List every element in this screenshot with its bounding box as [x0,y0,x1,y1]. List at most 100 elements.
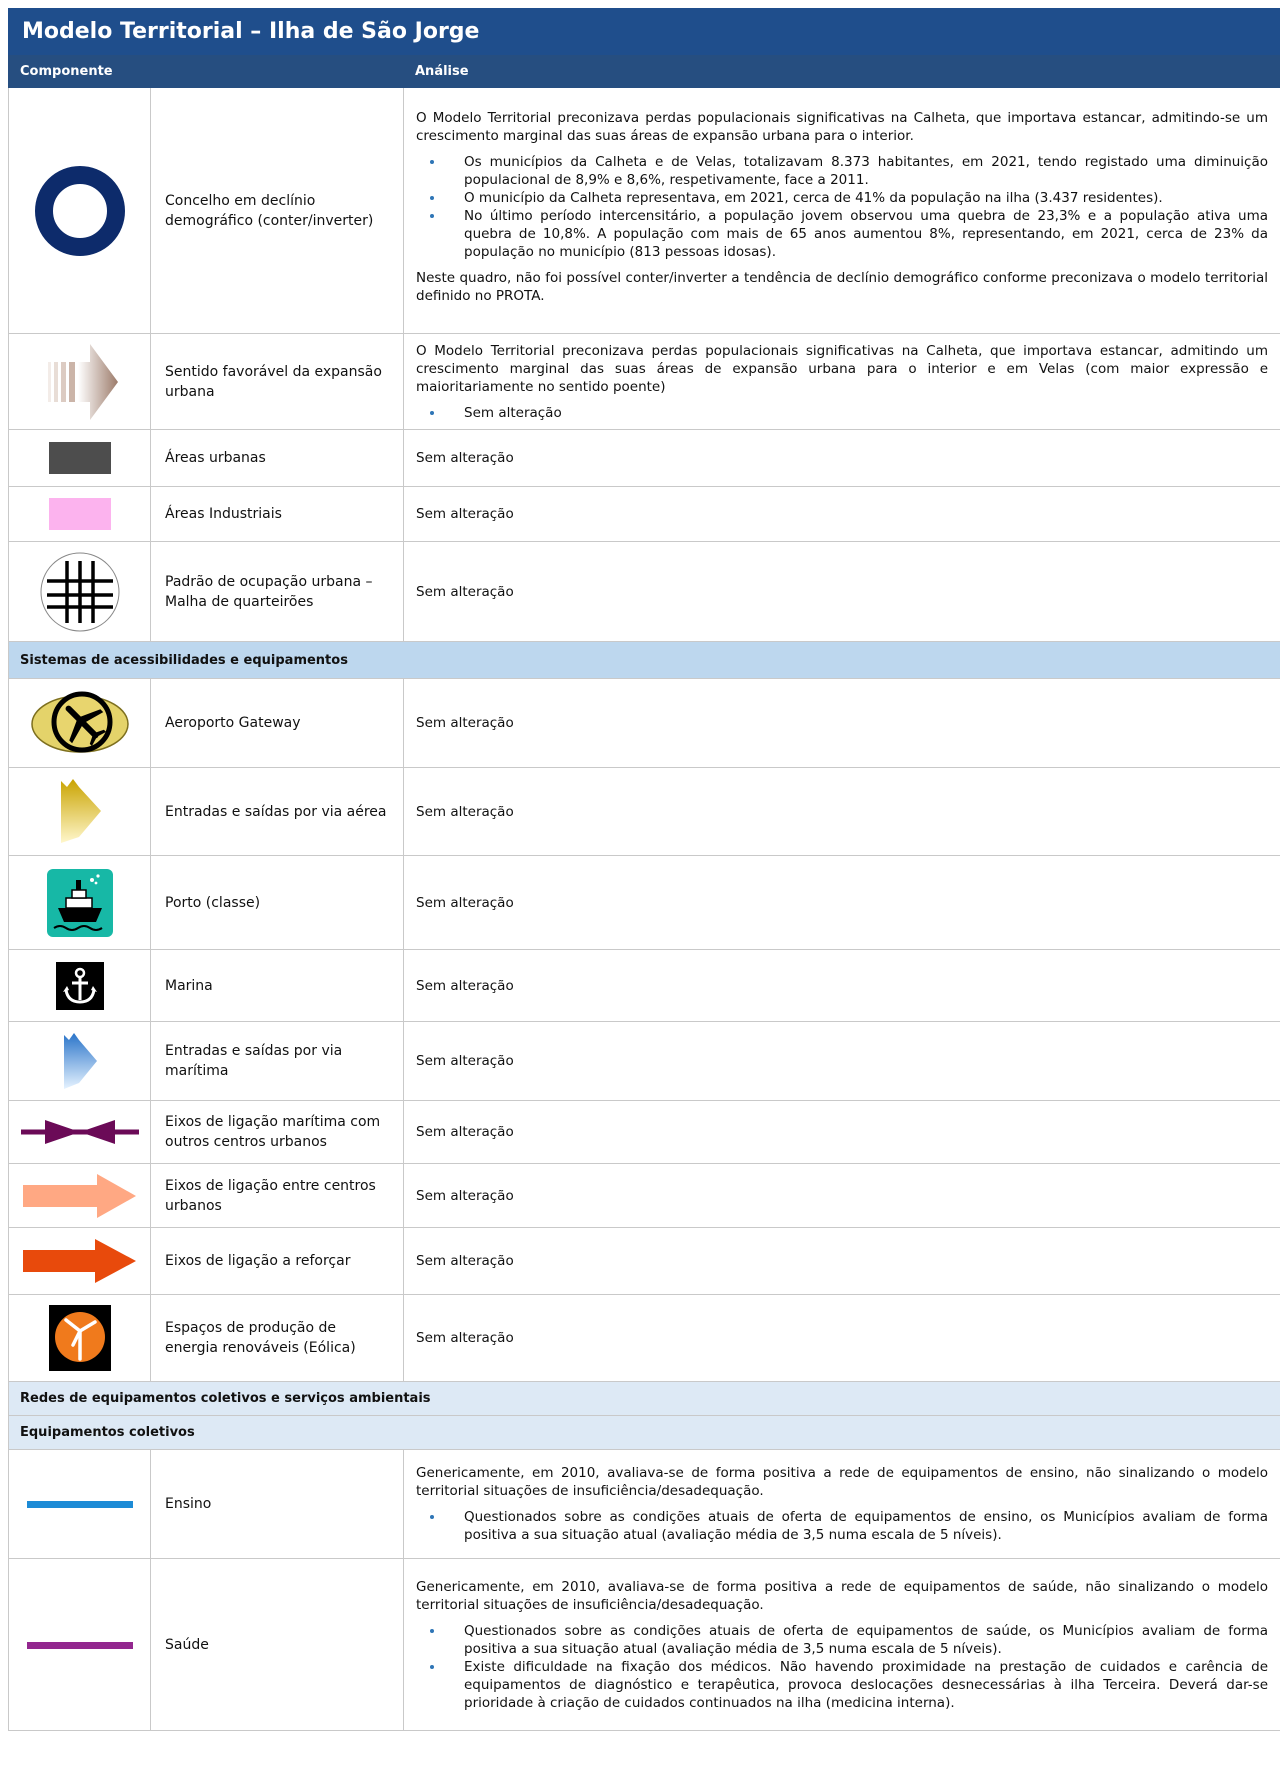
legend-symbol-cell [8,1449,151,1559]
air-entry-icon [60,778,101,843]
legend-symbol-cell [8,429,151,487]
section-heading: Redes de equipamentos coletivos e serviç… [7,1381,1280,1416]
analysis-bullet-list: Questionados sobre as condições atuais d… [416,1508,1268,1544]
analysis-text: Sem alteração [402,1163,1280,1228]
table-row: Áreas Industriais Sem alteração [8,486,1280,542]
analysis-text: Genericamente, em 2010, avaliava-se de f… [402,1558,1280,1731]
component-label: Concelho em declínio demográfico (conter… [150,87,404,334]
urban-area-swatch-icon [48,442,111,474]
page-title: Modelo Territorial – Ilha de São Jorge [7,8,1280,55]
analysis-text: Sem alteração [402,767,1280,856]
table-row: Eixos de ligação a reforçar Sem alteraçã… [8,1227,1280,1295]
component-label: Porto (classe) [150,855,404,950]
analysis-paragraph: Genericamente, em 2010, avaliava-se de f… [416,1578,1269,1613]
table-row: Áreas urbanas Sem alteração [8,429,1280,487]
component-label: Eixos de ligação entre centros urbanos [150,1163,404,1228]
component-label: Eixos de ligação marítima com outros cen… [150,1100,404,1164]
table-row: Aeroporto Gateway Sem alteração [8,678,1280,768]
section-heading: Sistemas de acessibilidades e equipament… [7,641,1280,679]
analysis-bullet-list: Sem alteração [416,404,1268,422]
title-row: Modelo Territorial – Ilha de São Jorge [7,8,1280,55]
legend-symbol-cell [8,678,151,768]
legend-symbol-cell [8,333,151,430]
analysis-text: Sem alteração [402,1021,1280,1101]
legend-symbol-cell [8,1227,151,1295]
table-row: Marina Sem alteração [8,949,1280,1022]
legend-symbol-cell [8,767,151,856]
component-label: Saúde [150,1558,404,1731]
table-row: Sentido favorável da expansão urbana O M… [8,333,1280,430]
dark-orange-arrow-icon [22,1239,136,1283]
blue-line-icon [26,1501,133,1508]
component-label: Entradas e saídas por via aérea [150,767,404,856]
subsection-heading: Equipamentos coletivos [7,1415,1280,1450]
anchor-icon [55,961,104,1010]
component-label: Áreas Industriais [150,486,404,542]
list-item: Questionados sobre as condições atuais d… [416,1508,1268,1544]
legend-symbol-cell [8,486,151,542]
table-row: Espaços de produção de energia renovávei… [8,1294,1280,1382]
legend-symbol-cell [8,541,151,642]
component-label: Sentido favorável da expansão urbana [150,333,404,430]
column-header-analysis: Análise [402,54,1280,88]
component-label: Eixos de ligação a reforçar [150,1227,404,1295]
wind-energy-icon [48,1305,111,1371]
table-row: Porto (classe) Sem alteração [8,855,1280,950]
table-row: Eixos de ligação entre centros urbanos S… [8,1163,1280,1228]
table-row: Entradas e saídas por via aérea Sem alte… [8,767,1280,856]
analysis-paragraph: O Modelo Territorial preconizava perdas … [416,109,1269,144]
analysis-text: O Modelo Territorial preconizava perdas … [402,333,1280,430]
analysis-text: Genericamente, em 2010, avaliava-se de f… [402,1449,1280,1559]
list-item: Os municípios da Calheta e de Velas, tot… [416,153,1268,189]
analysis-paragraph: Neste quadro, não foi possível conter/in… [416,269,1269,304]
section-row: Redes de equipamentos coletivos e serviç… [7,1381,1280,1416]
legend-symbol-cell [8,855,151,950]
legend-symbol-cell [8,1021,151,1101]
table-row: Ensino Genericamente, em 2010, avaliava-… [8,1449,1280,1559]
analysis-paragraph: O Modelo Territorial preconizava perdas … [416,342,1269,395]
analysis-bullet-list: Questionados sobre as condições atuais d… [416,1622,1268,1712]
airport-icon [30,691,129,753]
table-row: Padrão de ocupação urbana – Malha de qua… [8,541,1280,642]
light-orange-arrow-icon [22,1173,136,1218]
analysis-text: Sem alteração [402,429,1280,487]
subsection-row: Equipamentos coletivos [7,1415,1280,1450]
territorial-model-table: Modelo Territorial – Ilha de São Jorge C… [7,8,1280,1731]
analysis-text: O Modelo Territorial preconizava perdas … [402,87,1280,334]
analysis-text: Sem alteração [402,486,1280,542]
analysis-text: Sem alteração [402,855,1280,950]
analysis-text: Sem alteração [402,949,1280,1022]
grid-pattern-icon [40,552,119,631]
industrial-area-swatch-icon [48,498,111,530]
list-item: Questionados sobre as condições atuais d… [416,1622,1268,1658]
analysis-text: Sem alteração [402,1294,1280,1382]
component-label: Áreas urbanas [150,429,404,487]
list-item: O município da Calheta representava, em … [416,189,1268,207]
analysis-text: Sem alteração [402,541,1280,642]
ship-icon [46,868,113,937]
list-item: Existe dificuldade na fixação dos médico… [416,1658,1268,1712]
list-item: No último período intercensitário, a pop… [416,207,1268,261]
analysis-paragraph: Genericamente, em 2010, avaliava-se de f… [416,1465,1269,1499]
analysis-text: Sem alteração [402,678,1280,768]
legend-symbol-cell [8,1294,151,1382]
component-label: Espaços de produção de energia renovávei… [150,1294,404,1382]
table-row: Entradas e saídas por via marítima Sem a… [8,1021,1280,1101]
purple-line-icon [26,1641,133,1649]
component-label: Padrão de ocupação urbana – Malha de qua… [150,541,404,642]
component-label: Ensino [150,1449,404,1559]
header-row: Componente Análise [8,54,1280,88]
table-row: Concelho em declínio demográfico (conter… [8,87,1280,334]
ring-icon [34,165,125,256]
legend-symbol-cell [8,1163,151,1228]
legend-symbol-cell [8,949,151,1022]
analysis-text: Sem alteração [402,1227,1280,1295]
legend-symbol-cell [8,87,151,334]
list-item: Sem alteração [416,404,1268,422]
component-label: Entradas e saídas por via marítima [150,1021,404,1101]
legend-symbol-cell [8,1558,151,1731]
table-row: Saúde Genericamente, em 2010, avaliava-s… [8,1558,1280,1731]
analysis-text: Sem alteração [402,1100,1280,1164]
component-label: Aeroporto Gateway [150,678,404,768]
legend-symbol-cell [8,1100,151,1164]
